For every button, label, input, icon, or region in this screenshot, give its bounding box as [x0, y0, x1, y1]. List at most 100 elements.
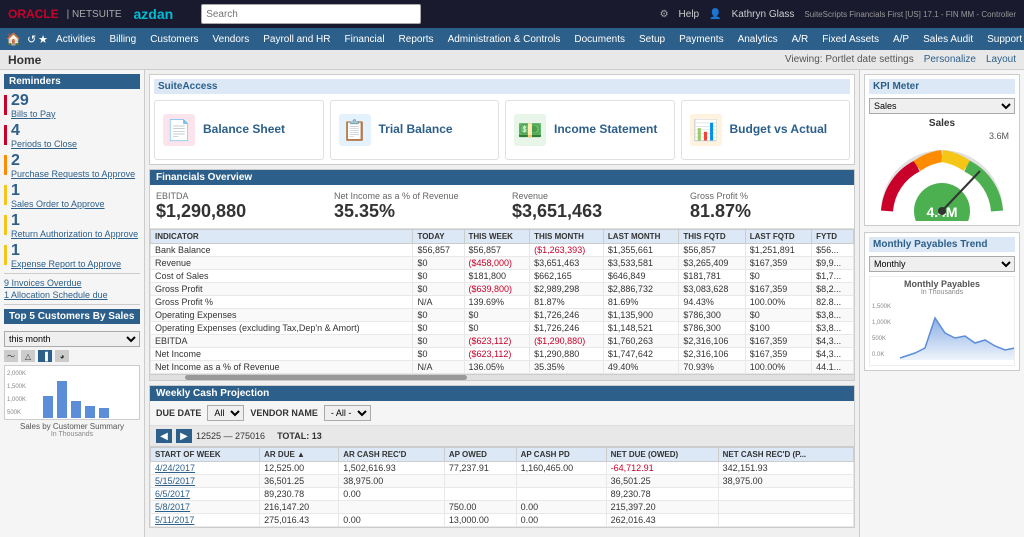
fin-table-row: Net Income$0($623,112)$1,290,880$1,747,6… — [151, 348, 854, 361]
kpi-metric-select[interactable]: Sales — [869, 98, 1015, 114]
reminder-bar-red — [4, 95, 7, 115]
fin-table-cell: Revenue — [151, 257, 413, 270]
menu-fixed-assets[interactable]: Fixed Assets — [816, 32, 885, 47]
fin-table-cell: $4,3... — [812, 348, 854, 361]
line-chart-icon[interactable]: 〜 — [4, 350, 18, 362]
menu-vendors[interactable]: Vendors — [207, 32, 256, 47]
reminder-num-periods[interactable]: 4 — [11, 123, 77, 139]
fin-table-cell: $0 — [745, 270, 811, 283]
fin-table-cell: 44.1... — [812, 361, 854, 374]
fin-table-cell: $3,533,581 — [603, 257, 678, 270]
reminder-link-expense[interactable]: Expense Report to Approve — [11, 259, 121, 269]
balance-sheet-icon: 📄 — [163, 114, 195, 146]
home-icon[interactable]: 🏠 — [6, 32, 21, 46]
monthly-period-select[interactable]: Monthly — [869, 256, 1015, 272]
search-input[interactable] — [201, 4, 421, 24]
menu-sales-audit[interactable]: Sales Audit — [917, 32, 979, 47]
cash-table-cell — [516, 475, 606, 488]
reminder-num-return[interactable]: 1 — [11, 213, 138, 229]
fin-table-cell: $0 — [413, 322, 464, 335]
income-statement-icon: 💵 — [514, 114, 546, 146]
menu-ap[interactable]: A/P — [887, 32, 915, 47]
fin-table-cell: $662,165 — [530, 270, 604, 283]
fin-table-cell: $0 — [413, 335, 464, 348]
cash-prev-btn[interactable]: ◀ — [156, 429, 172, 443]
fin-table-container: INDICATOR TODAY THIS WEEK THIS MONTH LAS… — [150, 229, 854, 374]
bookmark-icon[interactable]: ★ — [38, 33, 48, 46]
svg-text:1,500K: 1,500K — [872, 304, 891, 310]
kpi-meter-section: KPI Meter Sales Sales 3.6M — [864, 74, 1020, 226]
user-role: SuiteScripts Financials First [US] 17.1 … — [804, 10, 1016, 19]
invoices-overdue[interactable]: 9 Invoices Overdue — [4, 278, 140, 288]
suite-card-income-statement[interactable]: 💵 Income Statement — [505, 100, 675, 160]
reminder-link-sales[interactable]: Sales Order to Approve — [11, 199, 105, 209]
suite-card-budget-actual[interactable]: 📊 Budget vs Actual — [681, 100, 851, 160]
financials-overview-section: Financials Overview EBITDA $1,290,880 Ne… — [149, 169, 855, 381]
fin-col-this-week: THIS WEEK — [464, 230, 530, 244]
fin-scrollbar[interactable] — [150, 374, 854, 380]
menu-analytics[interactable]: Analytics — [732, 32, 784, 47]
menu-ar[interactable]: A/R — [786, 32, 815, 47]
fin-table-cell: $100 — [745, 322, 811, 335]
bar-chart-icon[interactable]: ▐ — [38, 350, 52, 362]
gauge-label: Sales — [929, 118, 955, 129]
suite-card-balance-sheet[interactable]: 📄 Balance Sheet — [154, 100, 324, 160]
help-label[interactable]: Help — [679, 9, 700, 20]
menu-admin[interactable]: Administration & Controls — [442, 32, 567, 47]
reminders-title: Reminders — [4, 74, 140, 89]
budget-actual-icon: 📊 — [690, 114, 722, 146]
due-date-label: DUE DATE — [156, 408, 201, 418]
reminder-num-bills[interactable]: 29 — [11, 93, 56, 109]
menu-financial[interactable]: Financial — [339, 32, 391, 47]
sub-bar: Home Viewing: Portlet date settings Pers… — [0, 50, 1024, 70]
cash-next-btn[interactable]: ▶ — [176, 429, 192, 443]
top5-period-select[interactable]: this month — [4, 331, 140, 347]
reminder-num-sales[interactable]: 1 — [11, 183, 105, 199]
cash-table-cell: 262,016.43 — [606, 514, 718, 527]
fin-table-header-row: INDICATOR TODAY THIS WEEK THIS MONTH LAS… — [151, 230, 854, 244]
cash-table-cell: 750.00 — [444, 501, 516, 514]
personalize-link[interactable]: Personalize — [924, 54, 976, 65]
reminder-link-bills[interactable]: Bills to Pay — [11, 109, 56, 119]
due-date-select[interactable]: All — [207, 405, 244, 421]
menu-documents[interactable]: Documents — [568, 32, 631, 47]
area-chart-icon[interactable]: △ — [21, 350, 35, 362]
cash-table-cell: 215,397.20 — [606, 501, 718, 514]
cash-table-cell[interactable]: 4/24/2017 — [151, 462, 260, 475]
menu-payroll[interactable]: Payroll and HR — [257, 32, 336, 47]
fin-col-indicator: INDICATOR — [151, 230, 413, 244]
menu-setup[interactable]: Setup — [633, 32, 671, 47]
reminder-bar-yellow2 — [4, 215, 7, 235]
menu-billing[interactable]: Billing — [104, 32, 143, 47]
back-icon[interactable]: ↺ — [27, 33, 36, 46]
cash-table-cell[interactable]: 5/15/2017 — [151, 475, 260, 488]
cash-table-cell[interactable]: 6/5/2017 — [151, 488, 260, 501]
reminder-link-purchase[interactable]: Purchase Requests to Approve — [11, 169, 135, 179]
menu-customers[interactable]: Customers — [144, 32, 204, 47]
fin-table-cell: $181,800 — [464, 270, 530, 283]
help-icon[interactable]: ⚙ — [660, 9, 669, 20]
reminder-link-periods[interactable]: Periods to Close — [11, 139, 77, 149]
allocation-schedule[interactable]: 1 Allocation Schedule due — [4, 290, 140, 300]
main-content: Reminders 29 Bills to Pay 4 Periods to C… — [0, 70, 1024, 537]
cash-table-cell[interactable]: 5/11/2017 — [151, 514, 260, 527]
reminder-num-purchase[interactable]: 2 — [11, 153, 135, 169]
cash-table-cell[interactable]: 5/8/2017 — [151, 501, 260, 514]
logo-oracle: ORACLE — [8, 7, 59, 21]
fin-table-cell: $1,726,246 — [530, 309, 604, 322]
menu-payments[interactable]: Payments — [673, 32, 729, 47]
svg-text:1,000K: 1,000K — [872, 320, 891, 326]
viewing-label[interactable]: Viewing: Portlet date settings — [785, 54, 914, 65]
menu-support[interactable]: Support — [981, 32, 1024, 47]
income-statement-label: Income Statement — [554, 122, 657, 138]
menu-reports[interactable]: Reports — [393, 32, 440, 47]
pie-chart-icon[interactable]: ◕ — [55, 350, 69, 362]
suite-card-trial-balance[interactable]: 📋 Trial Balance — [330, 100, 500, 160]
layout-link[interactable]: Layout — [986, 54, 1016, 65]
vendor-select[interactable]: - All - — [324, 405, 371, 421]
reminder-link-return[interactable]: Return Authorization to Approve — [11, 229, 138, 239]
reminder-num-expense[interactable]: 1 — [11, 243, 121, 259]
cash-table-row: 6/5/201789,230.780.0089,230.78 — [151, 488, 854, 501]
menu-activities[interactable]: Activities — [50, 32, 101, 47]
reminder-purchase: 2 Purchase Requests to Approve — [4, 153, 140, 179]
